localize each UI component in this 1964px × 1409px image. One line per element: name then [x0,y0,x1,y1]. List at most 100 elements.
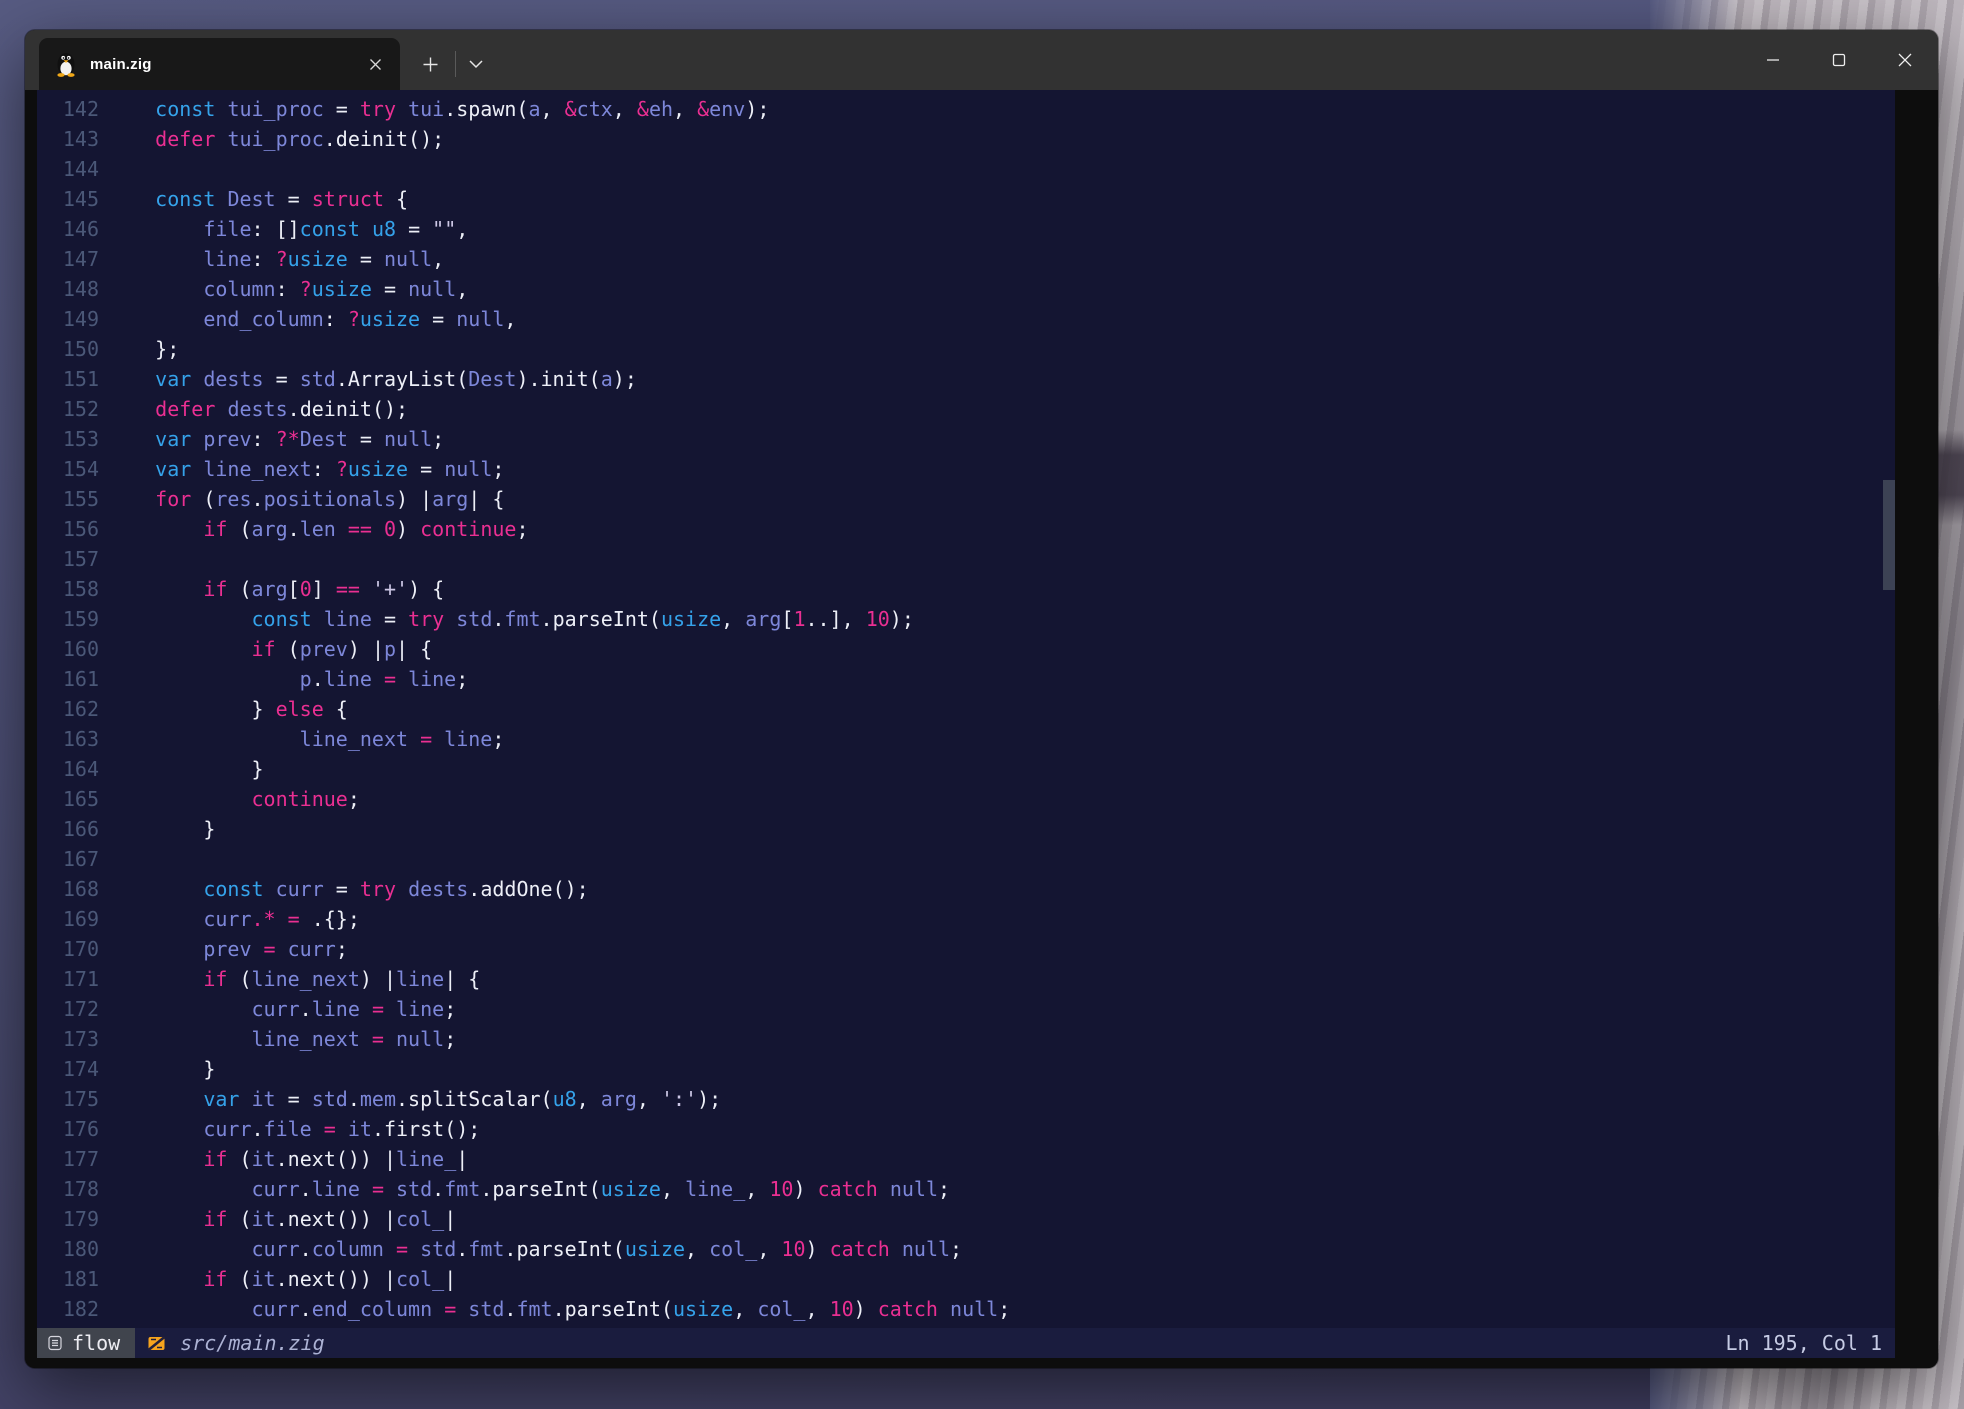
code-line[interactable]: 166 } [37,814,1895,844]
code-text: for (res.positionals) |arg| { [107,484,504,514]
code-line[interactable]: 143 defer tui_proc.deinit(); [37,124,1895,154]
code-text: defer tui_proc.deinit(); [107,124,444,154]
line-number: 156 [37,514,99,544]
code-text: end_column: ?usize = null, [107,304,516,334]
terminal-window: main.zig [25,30,1938,1368]
code-text: var dests = std.ArrayList(Dest).init(a); [107,364,637,394]
line-number: 175 [37,1084,99,1114]
new-tab-button[interactable] [410,38,450,90]
tab-close-icon[interactable] [362,51,388,77]
code-line[interactable]: 149 end_column: ?usize = null, [37,304,1895,334]
code-line[interactable]: 177 if (it.next()) |line_| [37,1144,1895,1174]
code-text: curr.column = std.fmt.parseInt(usize, co… [107,1234,962,1264]
code-text: if (it.next()) |col_| [107,1264,456,1294]
line-number: 168 [37,874,99,904]
desktop: main.zig [0,0,1964,1409]
code-text: if (arg.len == 0) continue; [107,514,529,544]
code-text: if (line_next) |line| { [107,964,480,994]
code-line[interactable]: 163 line_next = line; [37,724,1895,754]
line-number: 160 [37,634,99,664]
code-line[interactable]: 182 curr.end_column = std.fmt.parseInt(u… [37,1294,1895,1324]
code-text: curr.* = .{}; [107,904,360,934]
code-line[interactable]: 179 if (it.next()) |col_| [37,1204,1895,1234]
code-line[interactable]: 153 var prev: ?*Dest = null; [37,424,1895,454]
code-text: const curr = try dests.addOne(); [107,874,589,904]
scrollbar-thumb[interactable] [1883,480,1895,590]
line-number: 163 [37,724,99,754]
code-line[interactable]: 165 continue; [37,784,1895,814]
tux-icon [55,51,77,77]
code-text: defer dests.deinit(); [107,394,408,424]
code-line[interactable]: 155 for (res.positionals) |arg| { [37,484,1895,514]
code-line[interactable]: 170 prev = curr; [37,934,1895,964]
line-number: 166 [37,814,99,844]
code-text: const line = try std.fmt.parseInt(usize,… [107,604,914,634]
line-number: 176 [37,1114,99,1144]
code-line[interactable]: 180 curr.column = std.fmt.parseInt(usize… [37,1234,1895,1264]
code-line[interactable]: 168 const curr = try dests.addOne(); [37,874,1895,904]
code-line[interactable]: 147 line: ?usize = null, [37,244,1895,274]
code-line[interactable]: 169 curr.* = .{}; [37,904,1895,934]
code-line[interactable]: 151 var dests = std.ArrayList(Dest).init… [37,364,1895,394]
code-line[interactable]: 181 if (it.next()) |col_| [37,1264,1895,1294]
code-line[interactable]: 156 if (arg.len == 0) continue; [37,514,1895,544]
close-button[interactable] [1872,30,1938,90]
code-line[interactable]: 158 if (arg[0] == '+') { [37,574,1895,604]
line-number: 164 [37,754,99,784]
code-line[interactable]: 176 curr.file = it.first(); [37,1114,1895,1144]
code-text: continue; [107,784,360,814]
line-number: 167 [37,844,99,874]
code-text: curr.end_column = std.fmt.parseInt(usize… [107,1294,1010,1324]
code-line[interactable]: 167 [37,844,1895,874]
line-number: 144 [37,154,99,184]
code-text: const Dest = struct { [107,184,408,214]
code-line[interactable]: 146 file: []const u8 = "", [37,214,1895,244]
code-line[interactable]: 148 column: ?usize = null, [37,274,1895,304]
mode-indicator[interactable]: flow [37,1328,135,1358]
maximize-button[interactable] [1806,30,1872,90]
line-number: 152 [37,394,99,424]
code-line[interactable]: 171 if (line_next) |line| { [37,964,1895,994]
code-text: } [107,814,215,844]
file-path: src/main.zig [180,1331,325,1355]
line-number: 146 [37,214,99,244]
line-number: 153 [37,424,99,454]
line-number: 181 [37,1264,99,1294]
code-text: if (it.next()) |col_| [107,1204,456,1234]
status-bar: flow src/main.zig Ln 195, Col 1 [37,1328,1895,1358]
titlebar[interactable]: main.zig [25,30,1938,90]
code-line[interactable]: 144 [37,154,1895,184]
code-line[interactable]: 154 var line_next: ?usize = null; [37,454,1895,484]
tab-main-zig[interactable]: main.zig [39,38,400,90]
line-number: 169 [37,904,99,934]
code-text: } [107,1054,215,1084]
code-text: line_next = line; [107,724,504,754]
editor[interactable]: 142 const tui_proc = try tui.spawn(a, &c… [37,90,1895,1358]
code-lines[interactable]: 142 const tui_proc = try tui.spawn(a, &c… [37,90,1895,1328]
code-line[interactable]: 142 const tui_proc = try tui.spawn(a, &c… [37,94,1895,124]
minimize-button[interactable] [1740,30,1806,90]
code-line[interactable]: 160 if (prev) |p| { [37,634,1895,664]
code-line[interactable]: 172 curr.line = line; [37,994,1895,1024]
code-line[interactable]: 175 var it = std.mem.splitScalar(u8, arg… [37,1084,1895,1114]
code-line[interactable]: 174 } [37,1054,1895,1084]
code-line[interactable]: 164 } [37,754,1895,784]
code-line[interactable]: 157 [37,544,1895,574]
code-line[interactable]: 159 const line = try std.fmt.parseInt(us… [37,604,1895,634]
code-line[interactable]: 161 p.line = line; [37,664,1895,694]
code-line[interactable]: 162 } else { [37,694,1895,724]
code-line[interactable]: 178 curr.line = std.fmt.parseInt(usize, … [37,1174,1895,1204]
code-line[interactable]: 152 defer dests.deinit(); [37,394,1895,424]
code-text: var it = std.mem.splitScalar(u8, arg, ':… [107,1084,721,1114]
line-number: 162 [37,694,99,724]
mode-label: flow [72,1331,120,1355]
code-text: if (prev) |p| { [107,634,432,664]
line-number: 147 [37,244,99,274]
code-line[interactable]: 150 }; [37,334,1895,364]
line-number: 154 [37,454,99,484]
line-number: 170 [37,934,99,964]
code-line[interactable]: 173 line_next = null; [37,1024,1895,1054]
tab-dropdown-button[interactable] [456,38,496,90]
code-line[interactable]: 145 const Dest = struct { [37,184,1895,214]
line-number: 177 [37,1144,99,1174]
